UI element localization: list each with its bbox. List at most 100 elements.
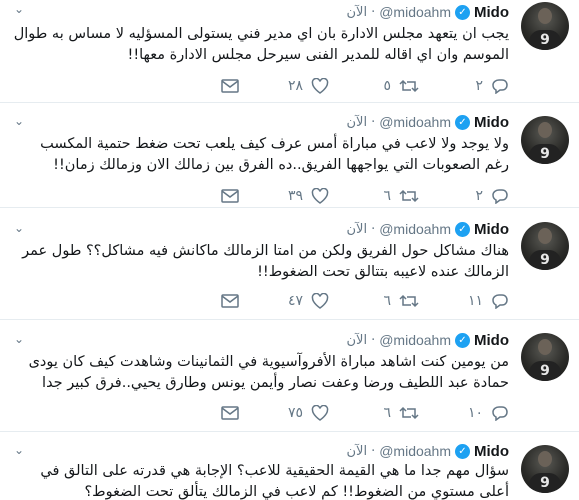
avatar-number: 9: [540, 252, 550, 268]
avatar[interactable]: 9: [521, 445, 569, 493]
user-name[interactable]: Mido: [474, 4, 509, 21]
avatar-number: 9: [540, 146, 550, 162]
retweet-icon: [399, 189, 419, 203]
avatar-number: 9: [540, 363, 550, 379]
reply-button[interactable]: ٢: [419, 78, 509, 94]
dm-button[interactable]: [149, 294, 239, 308]
envelope-icon: [221, 189, 239, 203]
tweet-header: Mido ✓ @midoahm · الآن: [346, 219, 509, 239]
retweet-button[interactable]: ٦: [329, 405, 419, 421]
user-handle[interactable]: @midoahm: [379, 443, 451, 459]
retweet-button[interactable]: ٦: [329, 293, 419, 309]
tweet[interactable]: 9 Mido ✓ @midoahm · الآن ⌄ يجب ان يتعهد …: [0, 0, 579, 103]
user-name[interactable]: Mido: [474, 443, 509, 460]
verified-icon: ✓: [455, 221, 470, 237]
retweet-icon: [399, 406, 419, 420]
avatar[interactable]: 9: [521, 116, 569, 164]
tweet[interactable]: 9 Mido ✓ @midoahm · الآن ⌄ ولا يوجد ولا …: [0, 104, 579, 208]
reply-button[interactable]: ٢: [419, 188, 509, 204]
avatar[interactable]: 9: [521, 333, 569, 381]
tweet[interactable]: 9 Mido ✓ @midoahm · الآن ⌄ هناك مشاكل حو…: [0, 209, 579, 320]
dm-button[interactable]: [149, 406, 239, 420]
tweet-time[interactable]: الآن: [346, 444, 367, 459]
envelope-icon: [221, 294, 239, 308]
chevron-down-icon[interactable]: ⌄: [14, 2, 24, 16]
tweet-actions: ١١ ٦ ٤٧: [149, 291, 509, 311]
heart-icon: [311, 405, 329, 421]
tweet-text: ولا يوجد ولا لاعب في مباراة أمس عرف كيف …: [40, 136, 509, 173]
verified-icon: ✓: [455, 4, 470, 20]
chevron-down-icon[interactable]: ⌄: [14, 114, 24, 128]
reply-icon: [492, 189, 508, 204]
reply-count: ٢: [475, 78, 483, 94]
separator-dot: ·: [371, 4, 376, 20]
tweet-actions: ٢ ٦ ٣٩: [149, 186, 509, 206]
envelope-icon: [221, 79, 239, 93]
dm-button[interactable]: [149, 79, 239, 93]
tweet-text: يجب ان يتعهد مجلس الادارة بان اي مدير فن…: [13, 26, 509, 63]
envelope-icon: [221, 406, 239, 420]
like-count: ٧٥: [287, 405, 303, 421]
tweet-time[interactable]: الآن: [346, 333, 367, 348]
avatar[interactable]: 9: [521, 222, 569, 270]
retweet-icon: [399, 294, 419, 308]
avatar-number: 9: [540, 475, 550, 491]
retweet-count: ٦: [383, 293, 391, 309]
user-handle[interactable]: @midoahm: [379, 114, 451, 130]
tweet-time[interactable]: الآن: [346, 222, 367, 237]
chevron-down-icon[interactable]: ⌄: [14, 443, 24, 457]
tweet-time[interactable]: الآن: [346, 5, 367, 20]
retweet-count: ٦: [383, 188, 391, 204]
user-name[interactable]: Mido: [474, 114, 509, 131]
reply-icon: [492, 406, 508, 421]
like-button[interactable]: ٧٥: [239, 405, 329, 421]
user-handle[interactable]: @midoahm: [379, 4, 451, 20]
retweet-button[interactable]: ٦: [329, 188, 419, 204]
reply-button[interactable]: ١١: [419, 293, 509, 309]
dm-button[interactable]: [149, 189, 239, 203]
like-count: ٤٧: [287, 293, 303, 309]
reply-button[interactable]: ١٠: [419, 405, 509, 421]
chevron-down-icon[interactable]: ⌄: [14, 221, 24, 235]
retweet-icon: [399, 79, 419, 93]
like-button[interactable]: ٢٨: [239, 78, 329, 94]
heart-icon: [311, 78, 329, 94]
tweet-text: هناك مشاكل حول الفريق ولكن من امتا الزما…: [22, 243, 509, 280]
avatar[interactable]: 9: [521, 2, 569, 50]
tweet-header: Mido ✓ @midoahm · الآن: [346, 330, 509, 350]
separator-dot: ·: [371, 114, 376, 130]
chevron-down-icon[interactable]: ⌄: [14, 332, 24, 346]
reply-icon: [492, 79, 508, 94]
tweet-time[interactable]: الآن: [346, 115, 367, 130]
tweet-actions: ١٠ ٦ ٧٥: [149, 403, 509, 423]
tweet-text: من يومين كنت اشاهد مباراة الأفروآسيوية ف…: [28, 354, 509, 391]
verified-icon: ✓: [455, 332, 470, 348]
reply-count: ١٠: [467, 405, 483, 421]
heart-icon: [311, 188, 329, 204]
retweet-button[interactable]: ٥: [329, 78, 419, 94]
tweet[interactable]: 9 Mido ✓ @midoahm · الآن ⌄ من يومين كنت …: [0, 321, 579, 432]
user-handle[interactable]: @midoahm: [379, 221, 451, 237]
separator-dot: ·: [371, 332, 376, 348]
like-button[interactable]: ٣٩: [239, 188, 329, 204]
heart-icon: [311, 293, 329, 309]
retweet-count: ٦: [383, 405, 391, 421]
user-name[interactable]: Mido: [474, 221, 509, 238]
reply-count: ١١: [467, 293, 483, 309]
like-count: ٢٨: [287, 78, 303, 94]
reply-icon: [492, 294, 508, 309]
retweet-count: ٥: [383, 78, 391, 94]
like-button[interactable]: ٤٧: [239, 293, 329, 309]
verified-icon: ✓: [455, 443, 470, 459]
user-name[interactable]: Mido: [474, 332, 509, 349]
tweet-header: Mido ✓ @midoahm · الآن: [346, 2, 509, 22]
reply-count: ٢: [475, 188, 483, 204]
separator-dot: ·: [371, 443, 376, 459]
verified-icon: ✓: [455, 114, 470, 130]
separator-dot: ·: [371, 221, 376, 237]
tweet-header: Mido ✓ @midoahm · الآن: [346, 441, 509, 461]
like-count: ٣٩: [287, 188, 303, 204]
avatar-number: 9: [540, 32, 550, 48]
tweet[interactable]: 9 Mido ✓ @midoahm · الآن ⌄ سؤال مهم جدا …: [0, 433, 579, 500]
user-handle[interactable]: @midoahm: [379, 332, 451, 348]
